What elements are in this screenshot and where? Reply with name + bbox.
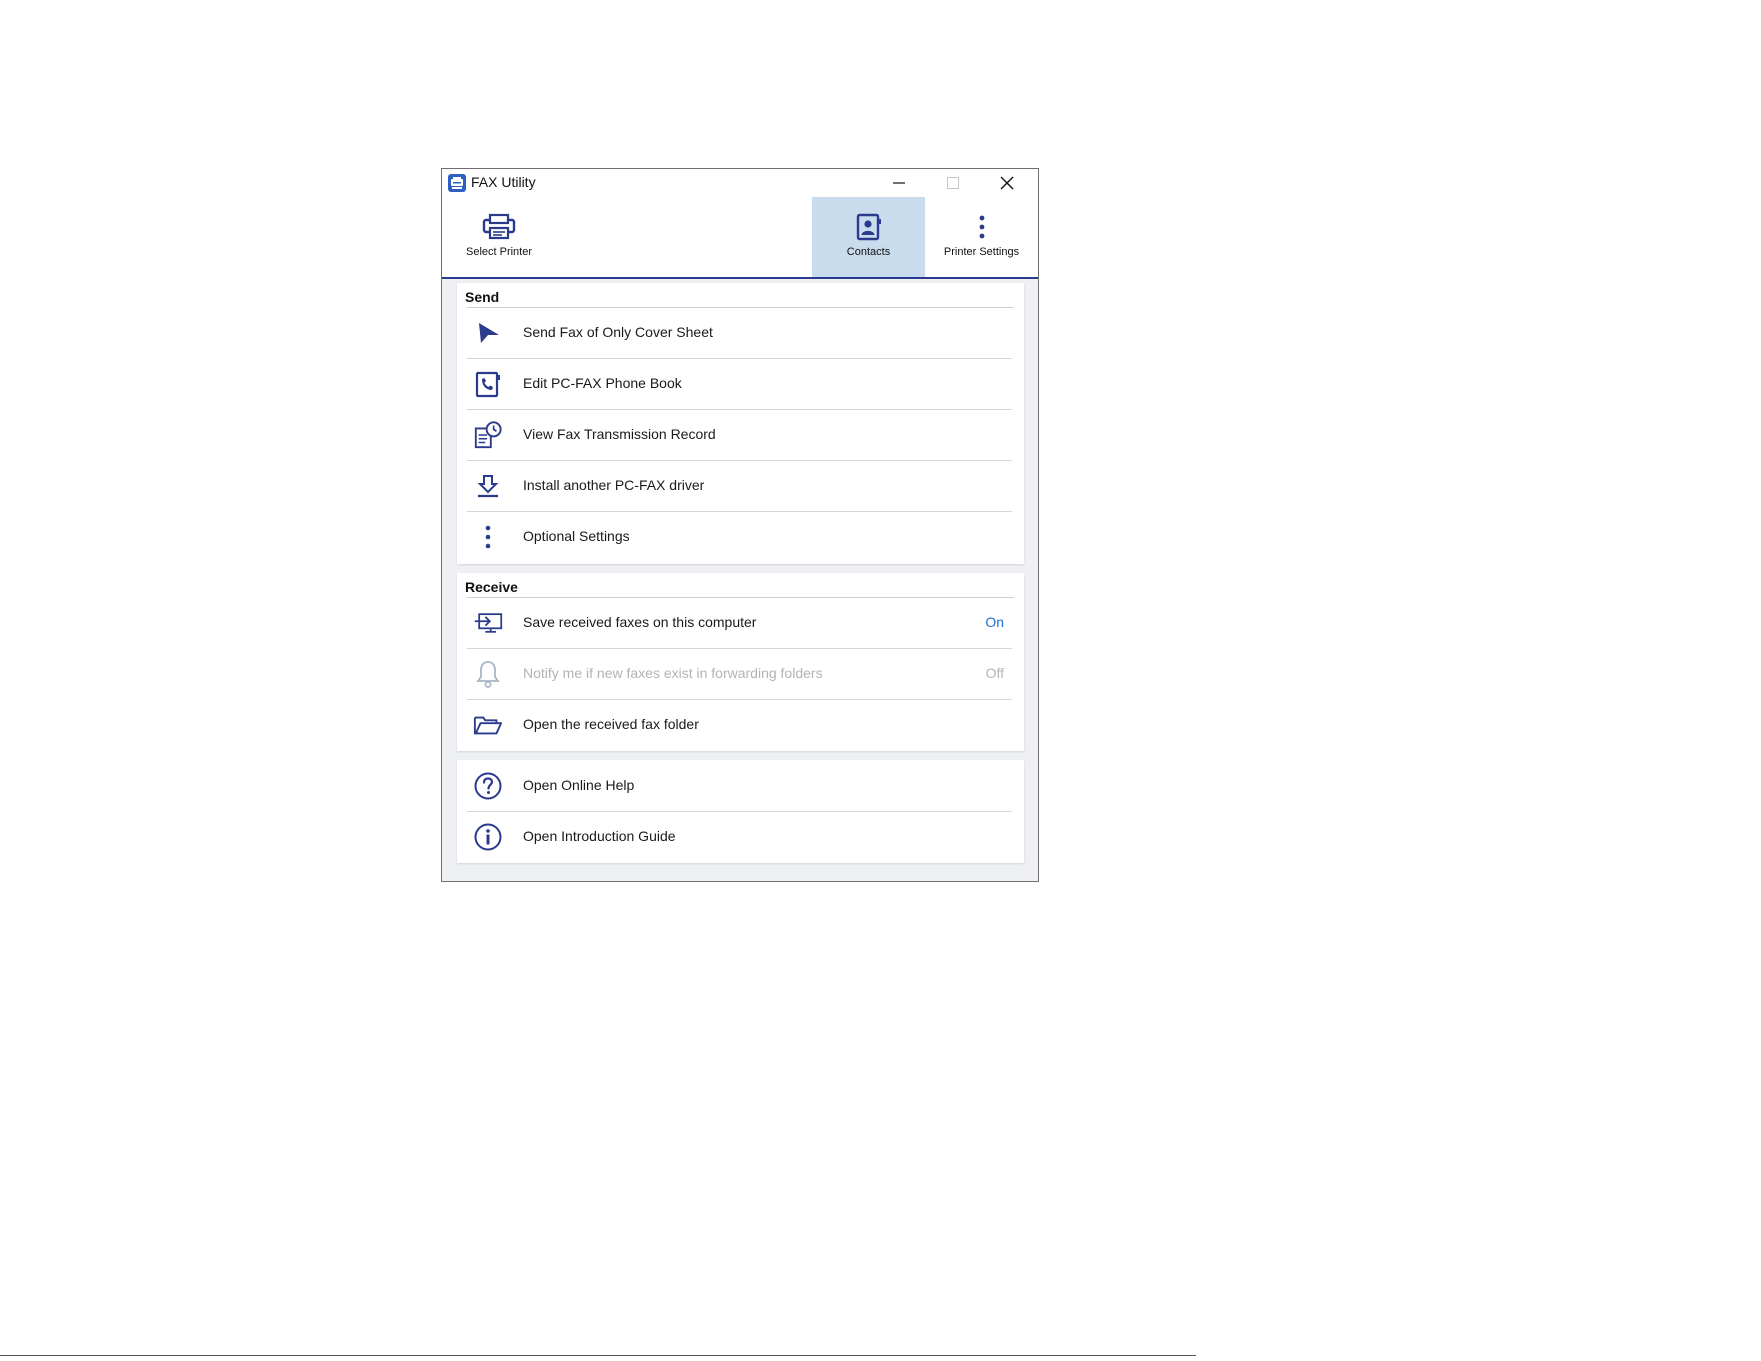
printer-icon [482, 212, 516, 242]
contacts-icon [855, 212, 883, 242]
save-received-faxes-state[interactable]: On [985, 614, 1004, 630]
receive-section-title: Receive [465, 579, 518, 595]
toolbar: Select Printer Contacts Printer Settings [442, 197, 1038, 279]
send-cover-sheet-label: Send Fax of Only Cover Sheet [523, 324, 713, 340]
save-to-computer-icon [473, 608, 503, 638]
bell-icon [473, 659, 503, 689]
minimize-icon [893, 182, 905, 184]
notify-new-faxes-label: Notify me if new faxes exist in forwardi… [523, 665, 823, 681]
notify-new-faxes-state: Off [985, 665, 1004, 681]
open-introduction-guide-label: Open Introduction Guide [523, 828, 676, 844]
fax-utility-app-icon [447, 173, 467, 193]
optional-settings-label: Optional Settings [523, 528, 630, 544]
window-title: FAX Utility [471, 174, 536, 190]
select-printer-label: Select Printer [465, 246, 533, 258]
open-online-help-item[interactable]: Open Online Help [467, 761, 1012, 812]
info-icon [473, 822, 503, 852]
send-cover-sheet-item[interactable]: Send Fax of Only Cover Sheet [467, 308, 1012, 359]
printer-settings-label: Printer Settings [943, 246, 1020, 258]
minimize-button[interactable] [872, 169, 926, 197]
send-arrow-icon [473, 318, 503, 348]
send-section: Send Send Fax of Only Cover Sheet Edit P… [457, 283, 1024, 564]
download-icon [473, 471, 503, 501]
printer-settings-button[interactable]: Printer Settings [925, 197, 1038, 277]
folder-open-icon [473, 710, 503, 740]
select-printer-button[interactable]: Select Printer [454, 197, 544, 277]
main-content: Send Send Fax of Only Cover Sheet Edit P… [442, 279, 1038, 881]
fax-utility-window: FAX Utility Select Printer Contacts Prin… [441, 168, 1039, 882]
maximize-button[interactable] [926, 169, 980, 197]
phone-book-icon [473, 369, 503, 399]
more-vertical-icon [473, 522, 503, 552]
help-icon [473, 771, 503, 801]
open-online-help-label: Open Online Help [523, 777, 635, 793]
install-driver-label: Install another PC-FAX driver [523, 477, 705, 493]
view-transmission-record-label: View Fax Transmission Record [523, 426, 716, 442]
save-received-faxes-label: Save received faxes on this computer [523, 614, 757, 630]
edit-phone-book-label: Edit PC-FAX Phone Book [523, 375, 682, 391]
page-divider [0, 1355, 1196, 1356]
maximize-icon [947, 177, 959, 189]
open-received-folder-item[interactable]: Open the received fax folder [467, 700, 1012, 751]
receive-section: Receive Save received faxes on this comp… [457, 573, 1024, 751]
close-button[interactable] [980, 169, 1034, 197]
contacts-label: Contacts [846, 246, 891, 258]
more-vertical-icon [977, 212, 987, 242]
open-received-folder-label: Open the received fax folder [523, 716, 699, 732]
contacts-button[interactable]: Contacts [812, 197, 925, 277]
send-section-title: Send [465, 289, 500, 305]
optional-settings-item[interactable]: Optional Settings [467, 512, 1012, 563]
open-introduction-guide-item[interactable]: Open Introduction Guide [467, 812, 1012, 863]
view-transmission-record-item[interactable]: View Fax Transmission Record [467, 410, 1012, 461]
install-driver-item[interactable]: Install another PC-FAX driver [467, 461, 1012, 512]
close-icon [1000, 176, 1014, 190]
title-bar: FAX Utility [442, 169, 1038, 197]
transmission-record-icon [473, 420, 503, 450]
help-section: Open Online Help Open Introduction Guide [457, 760, 1024, 863]
notify-new-faxes-item: Notify me if new faxes exist in forwardi… [467, 649, 1012, 700]
edit-phone-book-item[interactable]: Edit PC-FAX Phone Book [467, 359, 1012, 410]
save-received-faxes-item[interactable]: Save received faxes on this computer On [467, 598, 1012, 649]
